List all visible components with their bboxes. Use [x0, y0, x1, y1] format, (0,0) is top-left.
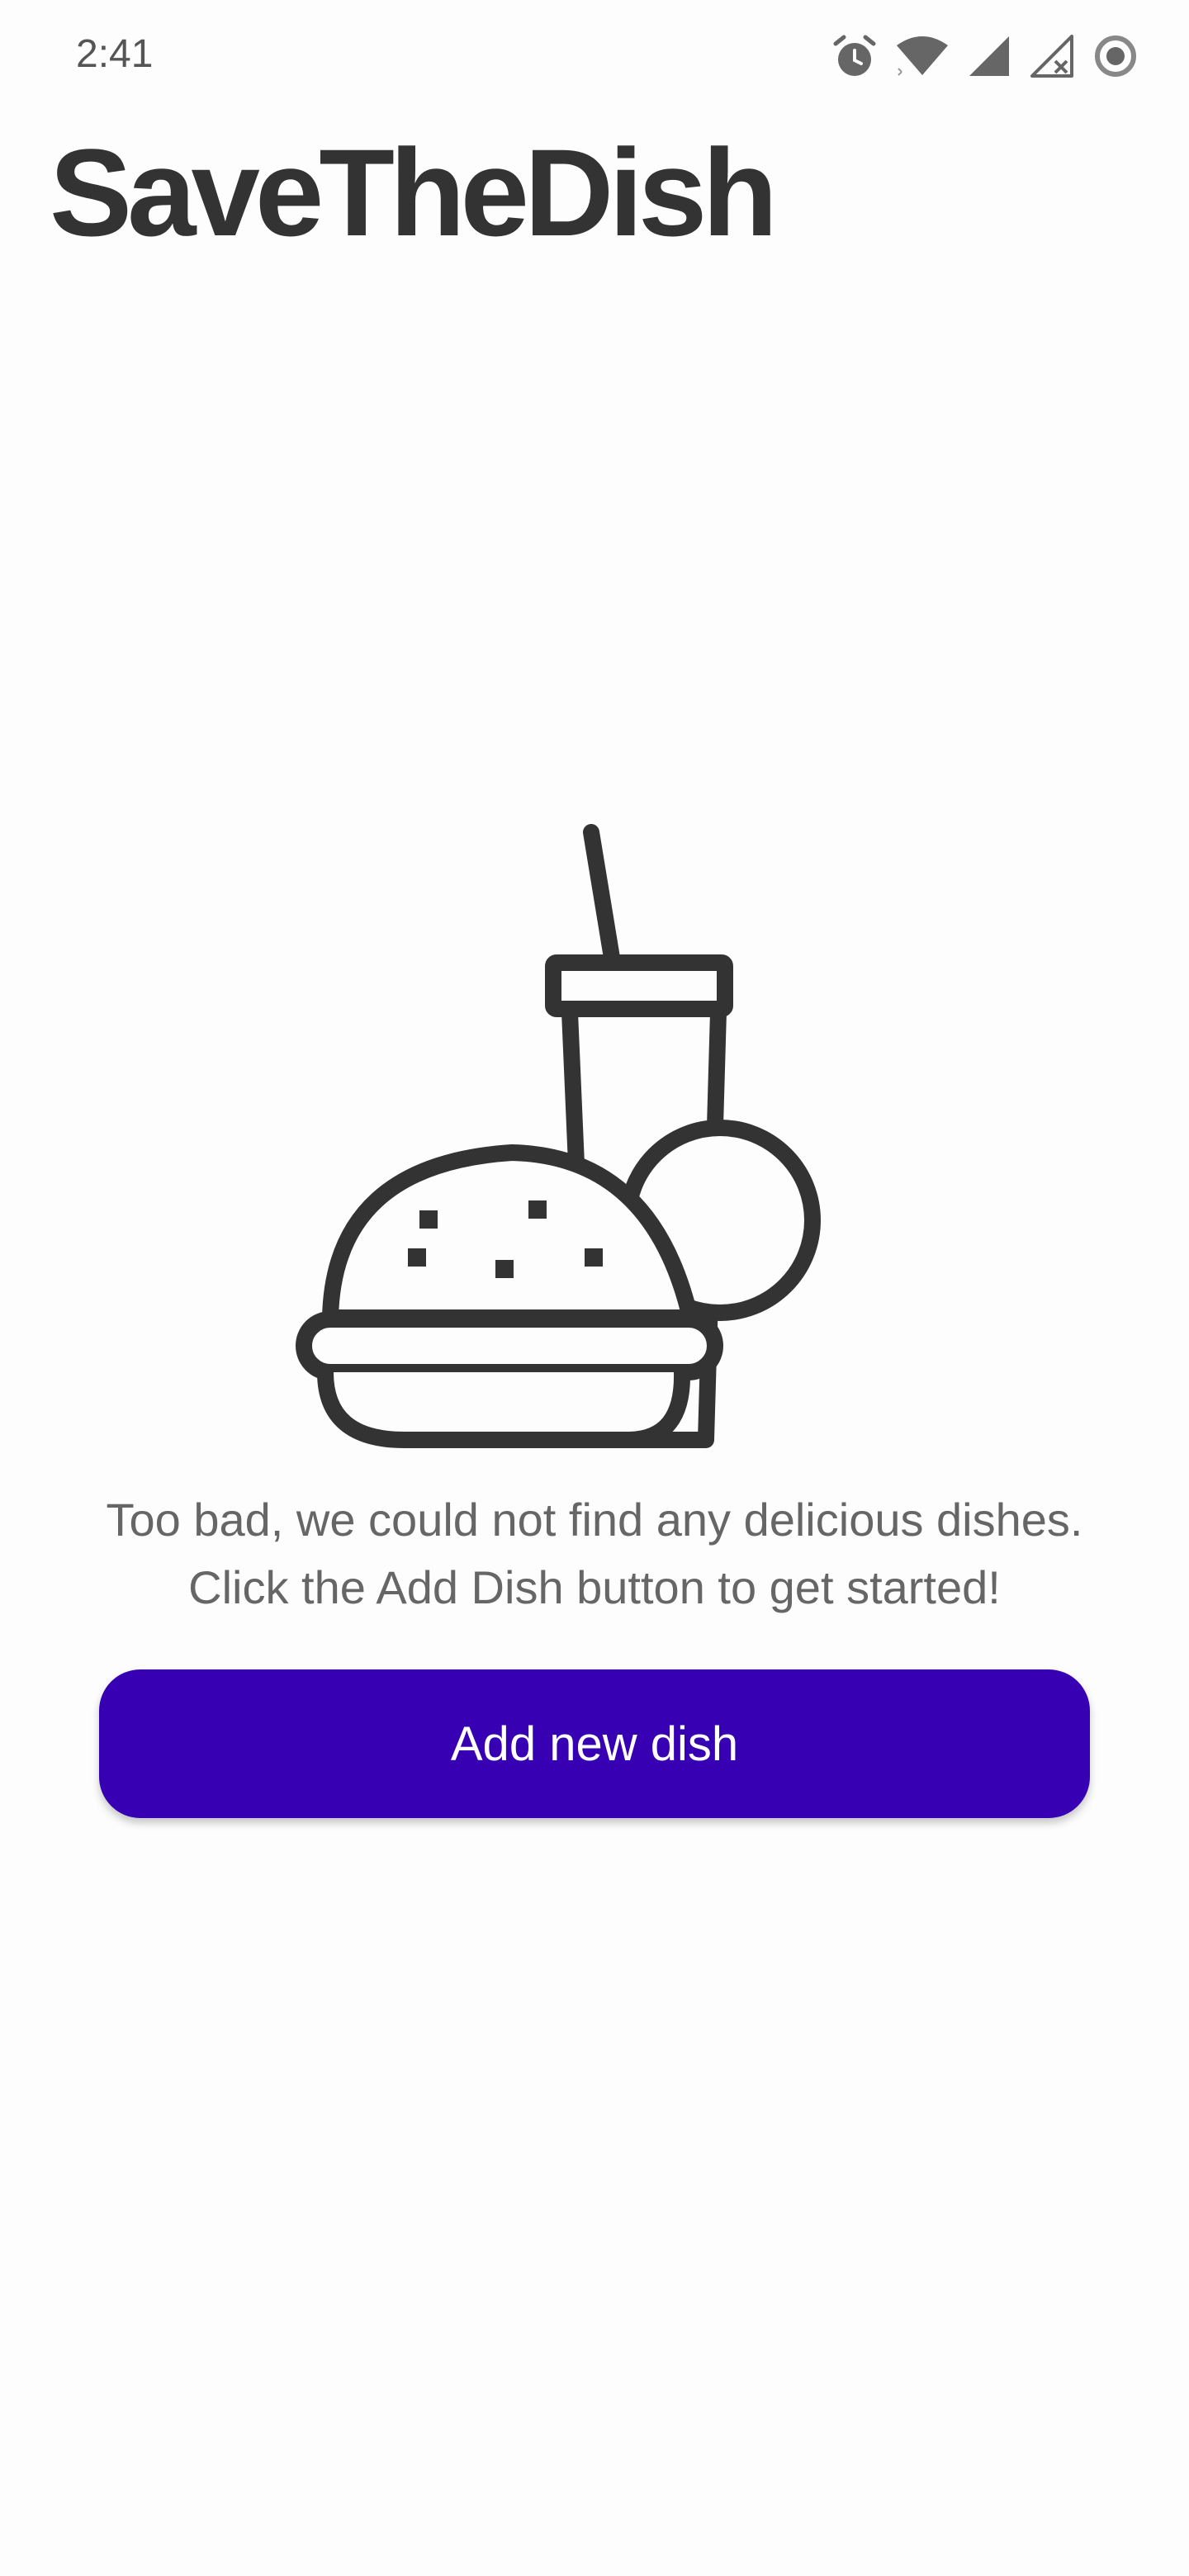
wifi-icon: [895, 32, 950, 80]
cell-signal-icon: [966, 33, 1012, 79]
empty-message-line-1: Too bad, we could not find any delicious…: [106, 1494, 1083, 1546]
screen: 2:41 SaveTheDish Too bad, we could not f…: [0, 0, 1189, 2576]
status-bar: 2:41: [0, 0, 1189, 116]
sync-icon: [1092, 32, 1139, 80]
burger-and-drink-icon: [289, 817, 908, 1453]
alarm-icon: [831, 32, 879, 80]
status-icons: [831, 30, 1139, 83]
empty-message-line-2: Click the Add Dish button to get started…: [188, 1561, 1001, 1613]
no-signal-icon: [1029, 33, 1075, 79]
page-title: SaveTheDish: [50, 123, 778, 262]
empty-state-message: Too bad, we could not find any delicious…: [0, 1486, 1189, 1622]
add-new-dish-button[interactable]: Add new dish: [99, 1669, 1090, 1818]
status-time: 2:41: [76, 32, 154, 76]
